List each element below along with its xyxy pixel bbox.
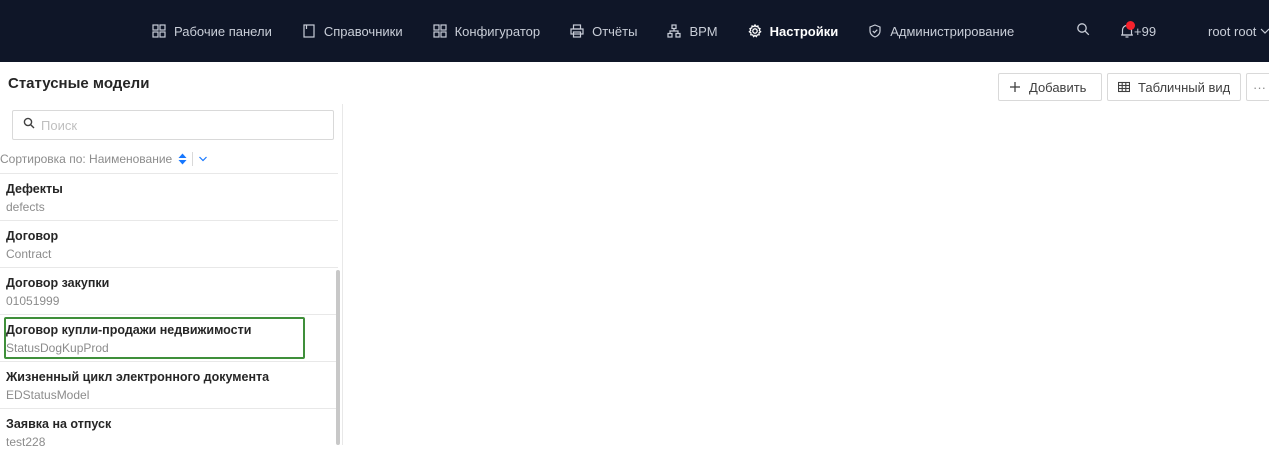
nav-item-label: Конфигуратор: [454, 23, 541, 39]
status-model-list: Дефекты defects Договор Contract Договор…: [0, 173, 338, 455]
add-button[interactable]: Добавить: [998, 73, 1102, 101]
table-icon: [1118, 81, 1130, 93]
list-item-name: Договор: [6, 229, 59, 243]
nav-item-label: Отчёты: [592, 23, 638, 39]
notifications-button[interactable]: +99: [1120, 0, 1156, 62]
plus-icon: [1009, 81, 1021, 93]
book-icon: [302, 24, 316, 38]
panel-divider: [342, 104, 343, 445]
list-item-name: Заявка на отпуск: [6, 417, 112, 431]
more-icon: ···: [1253, 79, 1266, 95]
search-icon: [23, 116, 35, 134]
grid-icon: [433, 24, 447, 38]
hierarchy-icon: [667, 24, 682, 38]
main-nav: Рабочие панели Справочники Конфигуратор …: [152, 0, 1044, 62]
list-item[interactable]: Дефекты defects: [0, 173, 338, 220]
search-input[interactable]: [41, 117, 321, 133]
list-item-code: defects: [6, 200, 45, 214]
user-menu[interactable]: root root: [1208, 0, 1269, 62]
sort-label: Сортировка по: Наименование: [0, 152, 173, 166]
gear-icon: [748, 24, 762, 38]
list-item-name: Жизненный цикл электронного документа: [6, 370, 270, 384]
list-item[interactable]: Жизненный цикл электронного документа ED…: [0, 361, 338, 408]
printer-icon: [570, 24, 584, 38]
list-item-code: Contract: [6, 247, 52, 261]
nav-item-reports[interactable]: Отчёты: [570, 0, 637, 62]
add-button-label: Добавить: [1029, 79, 1087, 95]
list-scrollbar[interactable]: [336, 270, 340, 445]
shield-icon: [868, 24, 882, 38]
list-item-selected[interactable]: Договор купли-продажи недвижимости Statu…: [0, 314, 338, 361]
nav-item-references[interactable]: Справочники: [302, 0, 403, 62]
nav-item-settings[interactable]: Настройки: [748, 0, 839, 62]
grid-icon: [152, 24, 166, 38]
nav-item-label: Справочники: [323, 23, 403, 39]
nav-item-bpm[interactable]: BPM: [667, 0, 718, 62]
nav-item-dashboards[interactable]: Рабочие панели: [152, 0, 272, 62]
list-item[interactable]: Договор закупки 01051999: [0, 267, 338, 314]
nav-item-administration[interactable]: Администрирование: [868, 0, 1014, 62]
list-item-code: 01051999: [6, 294, 60, 308]
nav-item-configurator[interactable]: Конфигуратор: [433, 0, 540, 62]
nav-item-label: Рабочие панели: [174, 23, 272, 39]
nav-item-label: Администрирование: [890, 23, 1015, 39]
search-field[interactable]: [12, 110, 334, 140]
nav-item-label: Настройки: [769, 23, 839, 39]
list-item-code: EDStatusModel: [6, 388, 90, 402]
table-view-button[interactable]: Табличный вид: [1107, 73, 1241, 101]
table-view-label: Табличный вид: [1138, 79, 1231, 95]
notification-dot: [1126, 21, 1135, 30]
chevron-down-icon[interactable]: [198, 154, 208, 164]
list-item-code: StatusDogKupProd: [6, 341, 109, 355]
user-name: root root: [1208, 23, 1257, 39]
notification-count: +99: [1134, 23, 1157, 39]
global-search-button[interactable]: [1076, 0, 1090, 62]
chevron-down-icon: [1260, 24, 1269, 39]
page-title: Статусные модели: [8, 75, 150, 92]
top-navigation-bar: Рабочие панели Справочники Конфигуратор …: [0, 0, 1269, 62]
list-item-name: Договор купли-продажи недвижимости: [6, 323, 252, 337]
sort-separator: [192, 152, 194, 166]
sort-control: Сортировка по: Наименование: [0, 150, 208, 168]
list-item[interactable]: Договор Contract: [0, 220, 338, 267]
sort-direction-icon[interactable]: [178, 153, 187, 165]
more-button[interactable]: ···: [1246, 73, 1269, 101]
search-icon: [1076, 22, 1090, 41]
list-item[interactable]: Заявка на отпуск test228: [0, 408, 338, 455]
nav-item-label: BPM: [689, 23, 718, 39]
list-item-name: Дефекты: [6, 182, 63, 196]
list-item-name: Договор закупки: [6, 276, 110, 290]
list-item-code: test228: [6, 435, 46, 449]
